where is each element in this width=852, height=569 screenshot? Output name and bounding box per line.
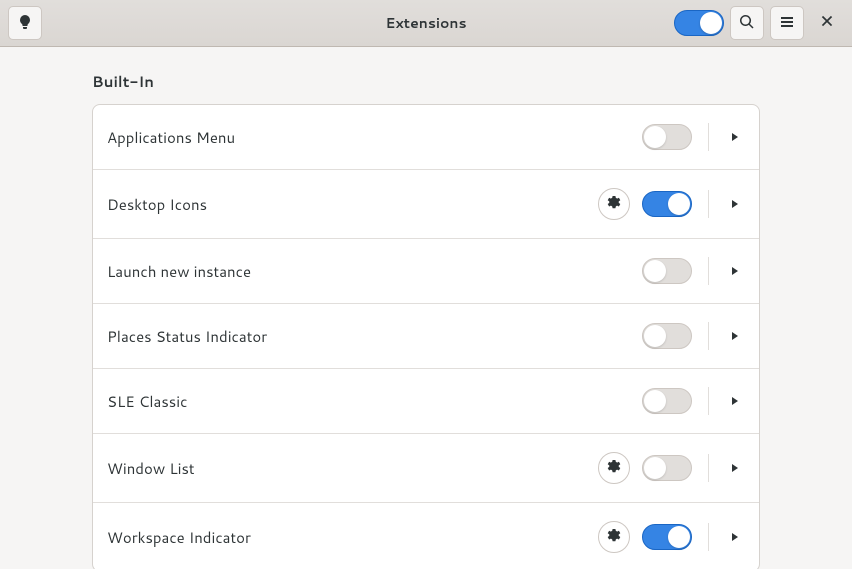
extension-toggle[interactable] — [642, 191, 692, 217]
separator — [708, 322, 709, 350]
separator — [708, 123, 709, 151]
extension-controls — [642, 322, 745, 350]
extension-settings-button[interactable] — [598, 521, 630, 553]
lightbulb-icon — [17, 14, 33, 33]
menu-button[interactable] — [770, 6, 804, 40]
extension-controls — [598, 188, 745, 220]
toggle-knob — [644, 126, 666, 148]
close-button[interactable] — [810, 6, 844, 40]
toggle-knob — [700, 12, 722, 34]
search-icon — [739, 14, 755, 33]
chevron-right-icon — [730, 197, 740, 212]
extension-row: SLE Classic — [93, 369, 759, 434]
extension-toggle[interactable] — [642, 258, 692, 284]
separator — [708, 257, 709, 285]
extension-toggle[interactable] — [642, 524, 692, 550]
extension-name: Launch new instance — [107, 261, 642, 282]
extension-toggle[interactable] — [642, 124, 692, 150]
toggle-knob — [644, 260, 666, 282]
extension-controls — [642, 387, 745, 415]
toggle-knob — [644, 325, 666, 347]
expand-button[interactable] — [725, 261, 745, 281]
close-icon — [820, 14, 834, 33]
toggle-knob — [668, 526, 690, 548]
extension-name: Window List — [107, 458, 598, 479]
extension-controls — [598, 452, 745, 484]
expand-button[interactable] — [725, 458, 745, 478]
expand-button[interactable] — [725, 527, 745, 547]
separator — [708, 190, 709, 218]
chevron-right-icon — [730, 394, 740, 409]
chevron-right-icon — [730, 530, 740, 545]
extension-settings-button[interactable] — [598, 188, 630, 220]
master-toggle[interactable] — [674, 10, 724, 36]
toggle-knob — [644, 457, 666, 479]
extension-row: Launch new instance — [93, 239, 759, 304]
extension-row: Window List — [93, 434, 759, 503]
extension-row: Applications Menu — [93, 105, 759, 170]
extension-name: Workspace Indicator — [107, 527, 598, 548]
window-title: Extensions — [385, 13, 466, 33]
search-button[interactable] — [730, 6, 764, 40]
expand-button[interactable] — [725, 326, 745, 346]
separator — [708, 523, 709, 551]
chevron-right-icon — [730, 461, 740, 476]
extension-toggle[interactable] — [642, 323, 692, 349]
extensions-list: Applications Menu Desktop Icons Launch new… — [92, 104, 760, 569]
section-header: Built-In — [92, 71, 760, 92]
extension-name: Desktop Icons — [107, 194, 598, 215]
extension-toggle[interactable] — [642, 388, 692, 414]
extension-row: Places Status Indicator — [93, 304, 759, 369]
content-area: Built-In Applications Menu Desktop Icons L… — [0, 47, 852, 569]
extension-row: Desktop Icons — [93, 170, 759, 239]
extension-name: SLE Classic — [107, 391, 642, 412]
hamburger-icon — [779, 14, 795, 33]
extension-settings-button[interactable] — [598, 452, 630, 484]
gear-icon — [607, 529, 621, 546]
extension-name: Places Status Indicator — [107, 326, 642, 347]
toggle-knob — [644, 390, 666, 412]
chevron-right-icon — [730, 264, 740, 279]
gear-icon — [607, 196, 621, 213]
extension-controls — [642, 123, 745, 151]
extension-controls — [642, 257, 745, 285]
chevron-right-icon — [730, 329, 740, 344]
headerbar: Extensions — [0, 0, 852, 47]
gear-icon — [607, 460, 621, 477]
expand-button[interactable] — [725, 391, 745, 411]
chevron-right-icon — [730, 130, 740, 145]
expand-button[interactable] — [725, 194, 745, 214]
extension-row: Workspace Indicator — [93, 503, 759, 569]
separator — [708, 387, 709, 415]
separator — [708, 454, 709, 482]
expand-button[interactable] — [725, 127, 745, 147]
extension-controls — [598, 521, 745, 553]
extension-toggle[interactable] — [642, 455, 692, 481]
toggle-knob — [668, 193, 690, 215]
extension-name: Applications Menu — [107, 127, 642, 148]
about-button[interactable] — [8, 6, 42, 40]
